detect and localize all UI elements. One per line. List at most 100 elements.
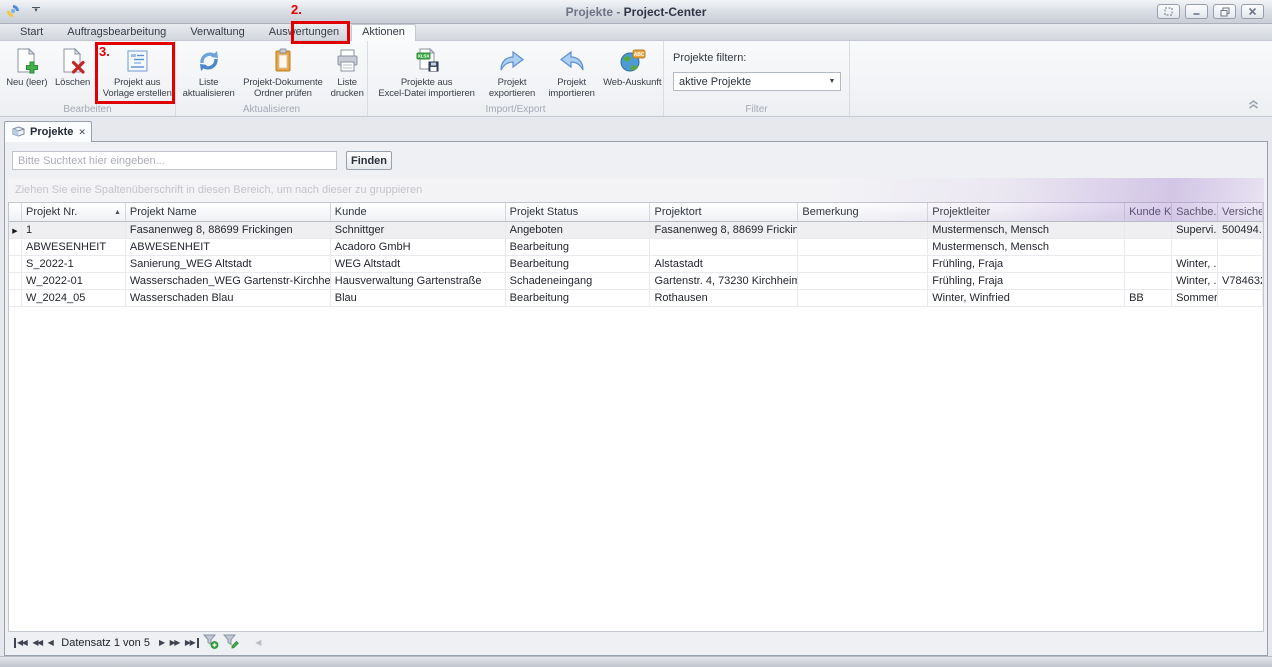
table-row[interactable]: ▶1Fasanenweg 8, 88699 FrickingenSchnittg… (9, 222, 1263, 239)
project-filter-combobox[interactable]: aktive Projekte ▼ (673, 72, 841, 91)
refresh-list-button[interactable]: Liste aktualisieren (179, 44, 238, 99)
table-cell[interactable] (1125, 239, 1172, 256)
table-cell[interactable]: ABWESENHEIT (22, 239, 126, 256)
table-cell[interactable]: Mustermensch, Mensch (928, 222, 1125, 239)
nav-last-button[interactable]: ▶▶ (182, 638, 199, 648)
table-cell[interactable]: Fasanenweg 8, 88699 Frickingen (126, 222, 331, 239)
table-cell[interactable] (798, 222, 928, 239)
minimize-button[interactable] (1185, 4, 1208, 19)
table-cell[interactable] (1172, 239, 1218, 256)
table-cell[interactable]: Sanierung_WEG Altstadt (126, 256, 331, 273)
table-cell[interactable]: BB (1125, 290, 1172, 307)
table-cell[interactable] (650, 239, 798, 256)
column-header[interactable]: Bemerkung (798, 203, 928, 221)
tab-auftragsbearbeitung[interactable]: Auftragsbearbeitung (55, 25, 178, 40)
column-header[interactable]: Sachbe... (1172, 203, 1218, 221)
tab-aktionen[interactable]: Aktionen (351, 24, 416, 41)
table-row[interactable]: W_2024_05Wasserschaden BlauBlauBearbeitu… (9, 290, 1263, 307)
column-header[interactable]: Projektort (650, 203, 798, 221)
new-empty-button[interactable]: Neu (leer) (3, 44, 51, 88)
print-list-button[interactable]: Liste drucken (327, 44, 367, 99)
table-cell[interactable] (798, 290, 928, 307)
table-cell[interactable]: Acadoro GmbH (331, 239, 506, 256)
table-cell[interactable]: WEG Altstadt (331, 256, 506, 273)
table-cell[interactable]: Fasanenweg 8, 88699 Frickingen (650, 222, 798, 239)
table-cell[interactable]: ABWESENHEIT (126, 239, 331, 256)
table-row[interactable]: ABWESENHEITABWESENHEITAcadoro GmbHBearbe… (9, 239, 1263, 256)
fullscreen-button[interactable] (1157, 4, 1180, 19)
table-cell[interactable] (1125, 256, 1172, 273)
table-cell[interactable]: Schnittger (331, 222, 506, 239)
collapse-ribbon-icon[interactable] (1247, 98, 1260, 112)
nav-first-button[interactable]: ◀◀ (14, 638, 29, 648)
table-cell[interactable]: W_2022-01 (22, 273, 126, 290)
import-project-button[interactable]: Projekt importieren (542, 44, 602, 99)
table-cell[interactable] (1125, 273, 1172, 290)
table-cell[interactable]: Mustermensch, Mensch (928, 239, 1125, 256)
table-cell[interactable]: Angeboten (506, 222, 651, 239)
column-header[interactable]: Projekt Status (506, 203, 651, 221)
table-cell[interactable]: S_2022-1 (22, 256, 126, 273)
table-cell[interactable]: Winter, ... (1172, 273, 1218, 290)
table-cell[interactable] (1218, 239, 1263, 256)
table-cell[interactable]: Gartenstr. 4, 73230 Kirchheim (650, 273, 798, 290)
table-cell[interactable] (1125, 222, 1172, 239)
export-project-button[interactable]: Projekt exportieren (482, 44, 542, 99)
table-cell[interactable]: Winter, Winfried (928, 290, 1125, 307)
tab-auswertungen[interactable]: Auswertungen (257, 25, 351, 40)
table-cell[interactable]: Supervi... (1172, 222, 1218, 239)
table-cell[interactable]: 1 (22, 222, 126, 239)
table-row[interactable]: W_2022-01Wasserschaden_WEG Gartenstr-Kir… (9, 273, 1263, 290)
find-button[interactable]: Finden (346, 151, 392, 170)
restore-button[interactable] (1213, 4, 1236, 19)
import-projects-excel-button[interactable]: XLSX Projekte aus Excel-Datei importiere… (371, 44, 482, 99)
column-header[interactable]: Projekt Name (126, 203, 331, 221)
table-cell[interactable]: Alstastadt (650, 256, 798, 273)
table-cell[interactable]: Frühling, Fraja (928, 256, 1125, 273)
table-cell[interactable]: V784632 (1218, 273, 1263, 290)
table-cell[interactable] (798, 239, 928, 256)
column-header[interactable]: Kunde K... (1125, 203, 1172, 221)
table-cell[interactable]: Bearbeitung (506, 256, 651, 273)
table-row[interactable]: S_2022-1Sanierung_WEG AltstadtWEG Altsta… (9, 256, 1263, 273)
check-project-documents-button[interactable]: Projekt-Dokumente Ordner prüfen (238, 44, 327, 99)
table-cell[interactable]: Blau (331, 290, 506, 307)
search-input[interactable] (12, 151, 337, 170)
hscroll-left-icon[interactable]: ◀ (255, 638, 261, 647)
table-cell[interactable]: Wasserschaden_WEG Gartenstr-Kirchheim (126, 273, 331, 290)
column-header[interactable]: Kunde (331, 203, 506, 221)
table-cell[interactable]: W_2024_05 (22, 290, 126, 307)
close-button[interactable] (1241, 4, 1264, 19)
tab-verwaltung[interactable]: Verwaltung (178, 25, 256, 40)
table-cell[interactable]: Frühling, Fraja (928, 273, 1125, 290)
filter-edit-icon[interactable] (221, 634, 241, 652)
document-tab-projekte[interactable]: Projekte ✕ (4, 121, 92, 142)
column-header[interactable]: Projektleiter (928, 203, 1125, 221)
table-cell[interactable] (1218, 290, 1263, 307)
nav-next-page-button[interactable]: ▶▶ (167, 638, 182, 648)
table-cell[interactable]: Hausverwaltung Gartenstraße (331, 273, 506, 290)
tab-start[interactable]: Start (8, 25, 55, 40)
group-by-bar[interactable]: Ziehen Sie eine Spaltenüberschrift in di… (8, 178, 1264, 202)
combo-dropdown-icon[interactable]: ▼ (824, 78, 840, 85)
table-cell[interactable]: Sommer... (1172, 290, 1218, 307)
nav-next-button[interactable]: ▶ (156, 638, 167, 648)
table-cell[interactable] (1218, 256, 1263, 273)
table-cell[interactable]: Schadeneingang (506, 273, 651, 290)
column-header[interactable]: Versiche... (1218, 203, 1263, 221)
nav-prev-button[interactable]: ◀ (45, 638, 56, 648)
table-cell[interactable]: Bearbeitung (506, 290, 651, 307)
table-cell[interactable]: Rothausen (650, 290, 798, 307)
table-cell[interactable] (798, 273, 928, 290)
tab-close-icon[interactable]: ✕ (78, 127, 86, 138)
project-from-template-button[interactable]: Projekt aus Vorlage erstellen (99, 44, 175, 99)
table-cell[interactable]: Winter, ... (1172, 256, 1218, 273)
delete-button[interactable]: Löschen (51, 44, 95, 88)
table-cell[interactable] (798, 256, 928, 273)
table-cell[interactable]: Wasserschaden Blau (126, 290, 331, 307)
column-header[interactable]: Projekt Nr.▲ (22, 203, 126, 221)
nav-prev-page-button[interactable]: ◀◀ (29, 638, 44, 648)
filter-add-icon[interactable] (201, 634, 221, 652)
table-cell[interactable]: 500494... (1218, 222, 1263, 239)
web-auskunft-button[interactable]: ABC Web-Auskunft (601, 44, 663, 88)
